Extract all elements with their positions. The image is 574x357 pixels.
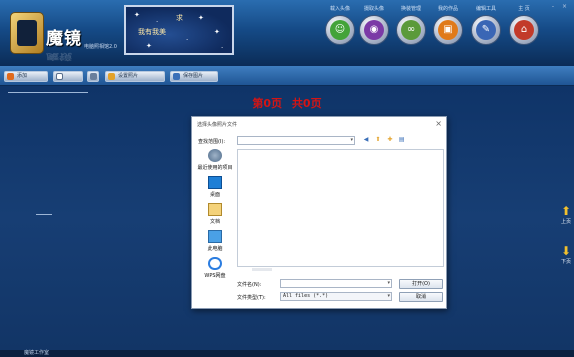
tools-icon: ✎ — [481, 24, 491, 35]
arrow-down-icon: ⬇ — [560, 244, 572, 258]
computer-icon — [208, 230, 222, 243]
place-documents[interactable]: 文档 — [195, 203, 235, 229]
current-page: 第0页 — [252, 97, 283, 110]
place-desktop[interactable]: 桌面 — [195, 176, 235, 202]
places-bar: 最近使用的项目 桌面 文档 此电脑 WPS网盘 — [195, 149, 235, 289]
set-photo-button[interactable]: 设置照片 — [105, 71, 165, 82]
up-folder-icon[interactable]: ⬆ — [374, 136, 382, 144]
file-open-dialog: 选择头像照片文件 × 查找范围(I): ▾ ◀ ⬆ ✚ ▤ 最近使用的项目 桌面 — [191, 116, 447, 309]
tool-button-2[interactable] — [53, 71, 83, 82]
look-in-toolbar: ◀ ⬆ ✚ ▤ — [362, 136, 410, 145]
star-icon: ✦ — [214, 28, 220, 36]
desktop-icon — [208, 176, 222, 189]
webcam-icon: ◉ — [369, 24, 379, 35]
load-avatar-button[interactable]: 载入头像 ☺ — [322, 5, 358, 55]
star-icon: · — [156, 18, 159, 26]
back-icon[interactable]: ◀ — [362, 136, 370, 144]
look-in-label: 查找范围(I): — [198, 139, 226, 145]
dialog-titlebar: 选择头像照片文件 × — [192, 117, 446, 131]
banner-text-top: 求 — [176, 14, 183, 22]
star-icon: ✦ — [198, 14, 204, 22]
new-folder-icon[interactable]: ✚ — [386, 136, 394, 144]
status-text: 魔镜工作室 — [24, 350, 50, 356]
add-button[interactable]: 添加 — [4, 71, 48, 82]
photo-icon: ▣ — [443, 24, 453, 35]
set-photo-label: 设置照片 — [118, 73, 139, 79]
star-icon: ✦ — [134, 11, 140, 19]
star-icon: ✦ — [146, 42, 152, 50]
chevron-down-icon: ▾ — [387, 293, 390, 299]
home-button[interactable]: 主 页 ⌂ — [506, 5, 542, 55]
prev-page-label: 上页 — [560, 219, 571, 225]
chevron-down-icon: ▾ — [387, 280, 390, 286]
toolbar: 添加 设置照片 保存图片 — [0, 66, 574, 86]
outfit-manage-button[interactable]: 换装管理 ∞ — [393, 5, 429, 55]
app-logo: 魔镜 电脑照相馆2.0 魔镜 — [6, 8, 120, 61]
arrow-up-icon: ⬆ — [560, 204, 572, 218]
header: 魔镜 电脑照相馆2.0 魔镜 ✦ · ✦ ✦ · ✦ · 求 我有我美 载入头像… — [0, 0, 574, 66]
next-page-label: 下页 — [560, 259, 571, 265]
next-page-button[interactable]: ⬇ 下页 — [559, 244, 573, 274]
cloud-icon — [208, 257, 222, 270]
save-image-label: 保存图片 — [183, 73, 204, 79]
add-icon — [7, 73, 14, 80]
capture-avatar-button[interactable]: 摄取头像 ◉ — [356, 5, 392, 55]
star-icon: · — [186, 36, 189, 44]
page-counter: 第0页 共0页 — [0, 95, 574, 111]
home-icon: ⌂ — [520, 24, 528, 35]
star-icon: · — [221, 44, 224, 52]
view-menu-icon[interactable]: ▤ — [398, 136, 406, 144]
tool-button-3[interactable] — [87, 71, 99, 82]
total-pages: 共0页 — [291, 97, 322, 110]
frame-icon — [56, 73, 63, 80]
recent-icon — [208, 149, 222, 162]
divider — [36, 214, 52, 215]
filetype-label: 文件类型(T): — [237, 295, 266, 301]
logo-reflection: 魔镜 — [46, 51, 73, 61]
banner-text: 我有我美 — [138, 28, 166, 36]
home-label: 主 页 — [518, 6, 530, 12]
my-works-button[interactable]: 我的作品 ▣ — [430, 5, 466, 55]
logo-text: 魔镜 — [46, 29, 82, 49]
status-bar: 魔镜工作室 — [0, 350, 574, 357]
glasses-icon: ∞ — [406, 24, 416, 35]
dialog-title: 选择头像照片文件 — [197, 122, 238, 128]
place-this-pc[interactable]: 此电脑 — [195, 230, 235, 256]
divider — [8, 92, 88, 93]
small-tool-icon — [90, 73, 97, 80]
prev-page-button[interactable]: ⬆ 上页 — [559, 204, 573, 234]
filetype-value: All files (*.*) — [283, 293, 329, 299]
place-wps-cloud[interactable]: WPS网盘 — [195, 257, 235, 283]
app-window: 魔镜 电脑照相馆2.0 魔镜 ✦ · ✦ ✦ · ✦ · 求 我有我美 载入头像… — [0, 0, 574, 357]
look-in-select[interactable]: ▾ — [237, 136, 355, 145]
close-icon[interactable]: × — [435, 119, 442, 128]
banner: ✦ · ✦ ✦ · ✦ · 求 我有我美 — [124, 5, 234, 55]
add-button-label: 添加 — [17, 73, 28, 79]
filename-label: 文件名(N): — [237, 282, 262, 288]
place-recent[interactable]: 最近使用的项目 — [195, 149, 235, 175]
chevron-down-icon: ▾ — [350, 137, 353, 143]
filetype-select[interactable]: All files (*.*) ▾ — [280, 292, 392, 301]
filename-input[interactable]: ▾ — [280, 279, 392, 288]
logo-subtitle: 电脑照相馆2.0 — [84, 44, 117, 50]
person-icon: ☺ — [334, 24, 346, 35]
save-image-button[interactable]: 保存图片 — [170, 71, 218, 82]
open-button[interactable]: 打开(O) — [399, 279, 443, 289]
folder-icon — [108, 73, 115, 80]
documents-icon — [208, 203, 222, 216]
mirror-logo-icon — [10, 12, 44, 54]
file-list[interactable] — [237, 149, 444, 271]
edit-tools-button[interactable]: 编辑工具 ✎ — [468, 5, 504, 55]
save-icon — [173, 73, 180, 80]
window-controls[interactable]: - × — [552, 3, 570, 10]
cancel-button[interactable]: 取消 — [399, 292, 443, 302]
